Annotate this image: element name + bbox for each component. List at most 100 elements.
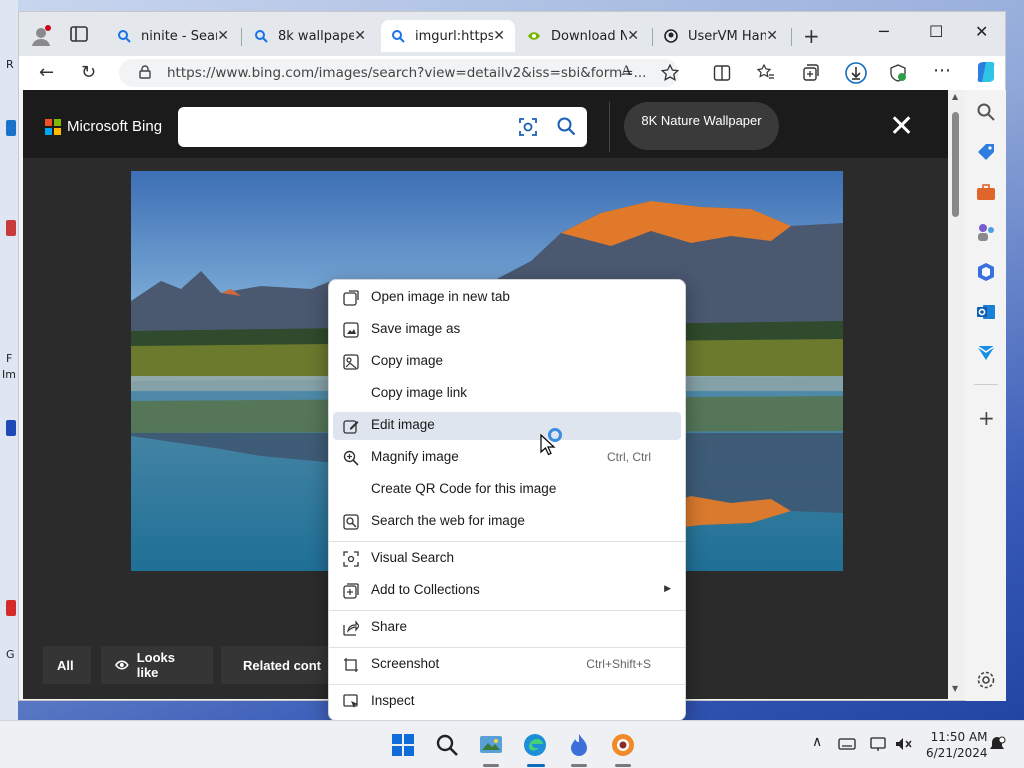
photo-viewer-app-icon[interactable] bbox=[479, 733, 503, 757]
maximize-icon[interactable]: ☐ bbox=[929, 22, 943, 41]
clock[interactable]: 11:50 AM 6/21/2024 bbox=[926, 729, 988, 761]
menu-item-magnify-image[interactable]: Magnify image Ctrl, Ctrl bbox=[333, 444, 681, 472]
filter-label: Related cont bbox=[243, 657, 322, 673]
collections-icon[interactable] bbox=[801, 64, 819, 82]
desktop-app-icon[interactable] bbox=[6, 420, 16, 436]
tab-download-nvidia[interactable]: Download NV ✕ bbox=[517, 20, 649, 52]
tab-actions-icon[interactable] bbox=[69, 25, 89, 43]
tab-8k-wallpaper[interactable]: 8k wallpaper ✕ bbox=[244, 20, 376, 52]
filter-related-content[interactable]: Related cont bbox=[221, 646, 331, 684]
lock-icon[interactable] bbox=[139, 65, 151, 79]
search-icon bbox=[255, 30, 268, 43]
close-icon[interactable]: ✕ bbox=[217, 28, 229, 44]
tab-title: UserVM Han bbox=[688, 28, 767, 44]
tab-ninite[interactable]: ninite - Searc ✕ bbox=[107, 20, 239, 52]
menu-separator bbox=[329, 541, 685, 542]
scroll-thumb[interactable] bbox=[952, 112, 959, 217]
window-close-icon[interactable]: ✕ bbox=[975, 22, 988, 41]
drop-icon[interactable] bbox=[976, 342, 996, 362]
app-eye-icon[interactable] bbox=[611, 733, 635, 757]
copilot-icon[interactable] bbox=[974, 60, 998, 84]
related-search-chip[interactable]: 8K Nature Wallpaper bbox=[624, 102, 779, 150]
volume-muted-icon[interactable] bbox=[895, 736, 913, 752]
menu-item-label: Open image in new tab bbox=[371, 289, 510, 304]
back-icon[interactable]: ← bbox=[39, 62, 54, 83]
minimize-icon[interactable]: ─ bbox=[879, 22, 889, 41]
close-viewer-icon[interactable]: ✕ bbox=[889, 112, 914, 142]
start-windows-icon[interactable] bbox=[391, 733, 415, 757]
desktop-app-icon[interactable] bbox=[6, 220, 16, 236]
scroll-up-icon[interactable]: ▲ bbox=[952, 92, 958, 101]
magnify-icon bbox=[343, 450, 359, 466]
network-icon[interactable] bbox=[870, 736, 888, 752]
filter-looks-like[interactable]: Looks like bbox=[101, 646, 213, 684]
menu-item-share[interactable]: Share bbox=[333, 614, 681, 642]
keyboard-icon[interactable] bbox=[838, 736, 856, 752]
desktop-app-icon[interactable] bbox=[6, 600, 16, 616]
loading-spinner-icon bbox=[548, 428, 562, 442]
desktop-label: F bbox=[6, 352, 13, 365]
read-aloud-icon[interactable]: A bbox=[621, 63, 632, 80]
split-screen-icon[interactable] bbox=[713, 64, 731, 82]
menu-item-label: Share bbox=[371, 619, 408, 634]
menu-item-visual-search[interactable]: Visual Search bbox=[333, 545, 681, 573]
share-icon bbox=[343, 620, 359, 636]
eye-icon bbox=[115, 660, 129, 670]
tools-briefcase-icon[interactable] bbox=[976, 182, 996, 202]
more-options-icon[interactable]: ⋯ bbox=[933, 60, 951, 81]
tab-imgurl[interactable]: imgurl:https:/ ✕ bbox=[381, 20, 515, 52]
microsoft-365-icon[interactable] bbox=[976, 262, 996, 282]
desktop-label: G bbox=[6, 648, 15, 661]
downloads-icon[interactable] bbox=[845, 62, 867, 84]
menu-item-label: Save image as bbox=[371, 321, 461, 336]
edge-browser-icon[interactable] bbox=[523, 733, 547, 757]
browser-essentials-icon[interactable] bbox=[889, 64, 907, 82]
add-sidebar-app-icon[interactable]: + bbox=[978, 406, 995, 430]
search-icon[interactable] bbox=[556, 116, 576, 136]
desktop-app-icon[interactable] bbox=[6, 120, 16, 136]
menu-item-copy-image-link[interactable]: Copy image link bbox=[333, 380, 681, 408]
new-tab-icon[interactable]: + bbox=[803, 24, 820, 48]
close-icon[interactable]: ✕ bbox=[493, 28, 505, 44]
favorites-icon[interactable] bbox=[757, 64, 775, 82]
close-icon[interactable]: ✕ bbox=[354, 28, 366, 44]
taskbar-search-icon[interactable] bbox=[435, 733, 459, 757]
tab-title: ninite - Searc bbox=[141, 28, 217, 44]
scroll-down-icon[interactable]: ▼ bbox=[952, 684, 958, 693]
page-scrollbar[interactable]: ▲ ▼ bbox=[948, 90, 964, 699]
menu-item-inspect[interactable]: Inspect bbox=[333, 688, 681, 716]
close-icon[interactable]: ✕ bbox=[627, 28, 639, 44]
search-input[interactable] bbox=[178, 107, 587, 147]
menu-item-screenshot[interactable]: Screenshot Ctrl+Shift+S bbox=[333, 651, 681, 679]
shopping-tag-icon[interactable] bbox=[976, 142, 996, 162]
microsoft-logo-icon bbox=[45, 118, 61, 135]
show-hidden-icons-icon[interactable]: ∧ bbox=[812, 734, 822, 750]
notifications-bell-icon[interactable] bbox=[988, 736, 1006, 752]
menu-item-add-to-collections[interactable]: Add to Collections ▶ bbox=[333, 577, 681, 605]
app-flame-icon[interactable] bbox=[567, 733, 591, 757]
taskbar: ∧ 11:50 AM 6/21/2024 bbox=[0, 720, 1024, 768]
menu-item-label: Create QR Code for this image bbox=[371, 481, 557, 496]
sidebar-search-icon[interactable] bbox=[976, 102, 996, 122]
outlook-icon[interactable] bbox=[976, 302, 996, 322]
visual-search-icon bbox=[343, 551, 359, 567]
profile-avatar-icon[interactable] bbox=[29, 24, 53, 48]
refresh-icon[interactable]: ↻ bbox=[81, 62, 96, 83]
filter-all[interactable]: All bbox=[43, 646, 91, 684]
menu-item-search-web-for-image[interactable]: Search the web for image bbox=[333, 508, 681, 536]
menu-item-edit-image[interactable]: Edit image bbox=[333, 412, 681, 440]
games-icon[interactable] bbox=[976, 222, 996, 242]
tab-title: Download NV bbox=[551, 28, 628, 44]
tab-uservm[interactable]: UserVM Han ✕ bbox=[654, 20, 788, 52]
sidebar-settings-icon[interactable] bbox=[976, 670, 996, 690]
visual-search-icon[interactable] bbox=[518, 117, 538, 137]
url-input[interactable]: https://www.bing.com/images/search?view=… bbox=[119, 59, 679, 87]
menu-item-open-image-new-tab[interactable]: Open image in new tab bbox=[333, 284, 681, 312]
close-icon[interactable]: ✕ bbox=[766, 28, 778, 44]
favorite-star-icon[interactable] bbox=[661, 64, 679, 82]
filter-label: Looks like bbox=[136, 650, 176, 680]
bing-logo[interactable]: Microsoft Bing bbox=[45, 118, 162, 135]
menu-item-create-qr-code[interactable]: Create QR Code for this image bbox=[333, 476, 681, 504]
menu-item-save-image-as[interactable]: Save image as bbox=[333, 316, 681, 344]
menu-item-copy-image[interactable]: Copy image bbox=[333, 348, 681, 376]
